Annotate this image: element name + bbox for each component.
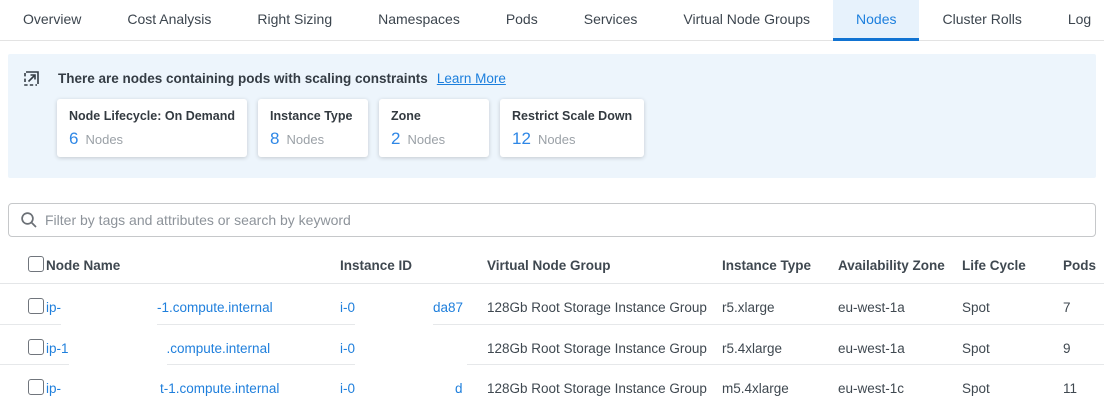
stat-card-title: Zone	[391, 109, 477, 123]
availability-zone-cell: eu-west-1c	[838, 381, 962, 396]
pods-cell: 11	[1063, 381, 1104, 396]
node-name-link[interactable]: ip- -1.compute.internal	[46, 284, 340, 330]
column-header-pods[interactable]: Pods	[1063, 258, 1104, 273]
stat-count: 2	[391, 129, 400, 149]
scaling-constraints-banner: There are nodes containing pods with sca…	[8, 54, 1096, 178]
stat-card-title: Instance Type	[270, 109, 356, 123]
life-cycle-cell: Spot	[962, 300, 1063, 315]
stat-card-value: 2 Nodes	[391, 129, 477, 149]
learn-more-link[interactable]: Learn More	[437, 71, 506, 86]
tab-virtual-node-groups[interactable]: Virtual Node Groups	[660, 0, 833, 41]
nodes-table: Node Name Instance ID Virtual Node Group…	[0, 247, 1104, 404]
stat-card-title: Node Lifecycle: On Demand	[69, 109, 235, 123]
scale-down-constraint-icon	[22, 69, 41, 88]
stat-card-zone[interactable]: Zone 2 Nodes	[379, 99, 489, 157]
redacted-text	[355, 365, 455, 404]
column-header-availability-zone[interactable]: Availability Zone	[838, 258, 962, 273]
life-cycle-cell: Spot	[962, 381, 1063, 396]
redacted-text	[61, 284, 157, 330]
node-name-prefix: ip-1	[46, 341, 69, 356]
pods-cell: 9	[1063, 341, 1104, 356]
tab-cluster-rolls[interactable]: Cluster Rolls	[919, 0, 1044, 41]
table-row: ip- -1.compute.internal i-0 da87 128Gb R…	[0, 284, 1104, 324]
row-checkbox[interactable]	[28, 379, 44, 395]
instance-id-prefix: i-0	[340, 300, 355, 315]
stat-card-value: 6 Nodes	[69, 129, 235, 149]
node-name-prefix: ip-	[46, 381, 61, 396]
stat-unit: Nodes	[286, 132, 324, 147]
virtual-node-group-cell: 128Gb Root Storage Instance Group	[487, 381, 722, 396]
instance-id-link[interactable]: i-0 da87	[340, 284, 487, 330]
table-header-row: Node Name Instance ID Virtual Node Group…	[0, 247, 1104, 284]
stat-unit: Nodes	[85, 132, 123, 147]
tab-namespaces[interactable]: Namespaces	[355, 0, 483, 41]
node-name-prefix: ip-	[46, 300, 61, 315]
select-all-checkbox[interactable]	[28, 256, 44, 272]
availability-zone-cell: eu-west-1a	[838, 300, 962, 315]
redacted-text	[355, 284, 433, 330]
search-icon	[20, 211, 38, 229]
tab-nodes[interactable]: Nodes	[833, 0, 919, 41]
pods-cell: 7	[1063, 300, 1104, 315]
column-header-node-name[interactable]: Node Name	[46, 258, 340, 273]
tab-overview[interactable]: Overview	[0, 0, 104, 41]
redacted-text	[61, 365, 160, 404]
instance-type-cell: m5.4xlarge	[722, 381, 838, 396]
stat-unit: Nodes	[407, 132, 445, 147]
row-checkbox-cell	[0, 379, 46, 398]
tab-right-sizing[interactable]: Right Sizing	[234, 0, 355, 41]
row-checkbox-cell	[0, 298, 46, 317]
table-row: ip-1 .compute.internal i-0 128Gb Root St…	[0, 324, 1104, 364]
cluster-tabbar: Overview Cost Analysis Right Sizing Name…	[0, 0, 1104, 41]
stat-card-value: 12 Nodes	[512, 129, 632, 149]
virtual-node-group-cell: 128Gb Root Storage Instance Group	[487, 300, 722, 315]
stat-card-instance-type[interactable]: Instance Type 8 Nodes	[258, 99, 368, 157]
column-header-life-cycle[interactable]: Life Cycle	[962, 258, 1063, 273]
search-input[interactable]	[45, 212, 1084, 228]
tab-cost-analysis[interactable]: Cost Analysis	[104, 0, 234, 41]
stat-count: 12	[512, 129, 531, 149]
header-checkbox-cell	[0, 256, 46, 275]
tab-log[interactable]: Log	[1045, 0, 1104, 41]
column-header-instance-id[interactable]: Instance ID	[340, 258, 487, 273]
column-header-virtual-node-group[interactable]: Virtual Node Group	[487, 258, 722, 273]
life-cycle-cell: Spot	[962, 341, 1063, 356]
instance-id-suffix: da87	[433, 300, 463, 315]
instance-id-prefix: i-0	[340, 381, 355, 396]
stat-unit: Nodes	[538, 132, 576, 147]
tab-pods[interactable]: Pods	[483, 0, 561, 41]
stat-card-title: Restrict Scale Down	[512, 109, 632, 123]
tab-services[interactable]: Services	[561, 0, 661, 41]
banner-header: There are nodes containing pods with sca…	[22, 68, 1082, 88]
row-checkbox[interactable]	[28, 339, 44, 355]
stat-card-restrict-scale-down[interactable]: Restrict Scale Down 12 Nodes	[500, 99, 644, 157]
constraint-stat-cards: Node Lifecycle: On Demand 6 Nodes Instan…	[57, 99, 1082, 157]
node-name-link[interactable]: ip- t-1.compute.internal	[46, 365, 340, 404]
row-checkbox-cell	[0, 339, 46, 358]
banner-message: There are nodes containing pods with sca…	[58, 71, 428, 86]
stat-count: 8	[270, 129, 279, 149]
filter-search-bar[interactable]	[8, 203, 1096, 237]
node-name-suffix: .compute.internal	[167, 341, 271, 356]
node-name-suffix: t-1.compute.internal	[160, 381, 279, 396]
column-header-instance-type[interactable]: Instance Type	[722, 258, 838, 273]
availability-zone-cell: eu-west-1a	[838, 341, 962, 356]
stat-card-value: 8 Nodes	[270, 129, 356, 149]
instance-id-suffix: d	[455, 381, 463, 396]
instance-id-prefix: i-0	[340, 341, 355, 356]
node-name-suffix: -1.compute.internal	[157, 300, 273, 315]
instance-type-cell: r5.4xlarge	[722, 341, 838, 356]
virtual-node-group-cell: 128Gb Root Storage Instance Group	[487, 341, 722, 356]
stat-card-node-lifecycle[interactable]: Node Lifecycle: On Demand 6 Nodes	[57, 99, 247, 157]
row-checkbox[interactable]	[28, 298, 44, 314]
stat-count: 6	[69, 129, 78, 149]
instance-type-cell: r5.xlarge	[722, 300, 838, 315]
